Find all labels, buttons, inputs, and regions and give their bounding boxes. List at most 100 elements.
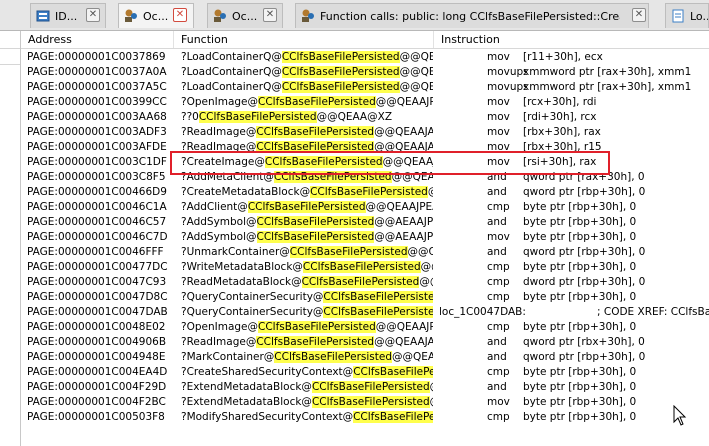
operands-cell: qword ptr [rbp+30h], 0 (523, 351, 646, 363)
table-row[interactable]: PAGE:00000001C003AA68 ??0CClfsBaseFilePer… (21, 110, 709, 125)
address-cell: PAGE:00000001C0046C1A (27, 201, 167, 213)
table-row[interactable]: PAGE:00000001C00399CC ?OpenImage@CClfsBas… (21, 95, 709, 110)
xref-comment: ; CODE XREF: CClfsBaseFil (597, 306, 709, 318)
operands-cell: [rbx+30h], rax (523, 126, 601, 138)
close-icon[interactable]: ✕ (173, 8, 187, 22)
address-cell: PAGE:00000001C003AA68 (27, 111, 167, 123)
mnemonic-cell: mov (487, 96, 510, 108)
function-suffix: @@AEAAJPE... (374, 216, 433, 228)
table-row[interactable]: PAGE:00000001C00466D9 ?CreateMetadataBloc… (21, 185, 709, 200)
search-highlight: CClfsBaseFilePersisted (310, 186, 428, 198)
table-row[interactable]: PAGE:00000001C004948E ?MarkContainer@CClf… (21, 350, 709, 365)
function-suffix: @@QEAAJA... (374, 336, 433, 348)
tab-occurrences-active[interactable]: Oc... ✕ (118, 3, 194, 28)
table-row[interactable]: PAGE:00000001C003C1DF ?CreateImage@CClfsB… (21, 155, 709, 170)
tab-ida-view[interactable]: ID... ✕ (30, 3, 106, 28)
function-suffix: @@QEAAJP... (375, 321, 433, 333)
search-highlight: CClfsBaseFilePersisted (256, 336, 375, 348)
function-prefix: ?AddMetaClient@ (181, 171, 274, 183)
function-prefix: ?OpenImage@ (181, 96, 259, 108)
function-icon (300, 8, 316, 24)
address-cell: PAGE:00000001C0037A5C (27, 81, 167, 93)
function-prefix: ?CreateMetadataBlock@ (181, 186, 311, 198)
table-row[interactable]: PAGE:00000001C003ADF3 ?ReadImage@CClfsBas… (21, 125, 709, 140)
function-prefix: ?OpenImage@ (181, 321, 259, 333)
table-row[interactable]: PAGE:00000001C0037869 ?LoadContainerQ@CCl… (21, 50, 709, 65)
table-row[interactable]: PAGE:00000001C0046C1A ?AddClient@CClfsBas… (21, 200, 709, 215)
operands-cell: byte ptr [rbp+30h], 0 (523, 231, 637, 243)
mnemonic-cell: and (487, 246, 507, 258)
table-row[interactable]: PAGE:00000001C0048E02 ?OpenImage@CClfsBas… (21, 320, 709, 335)
address-cell: PAGE:00000001C003ADF3 (27, 126, 167, 138)
function-prefix: ?ReadImage@ (181, 336, 257, 348)
mnemonic-cell: mov (487, 231, 510, 243)
function-cell: ?CreateImage@CClfsBaseFilePersisted@@QEA… (181, 155, 433, 170)
operands-cell: [rdi+30h], rcx (523, 111, 597, 123)
document-icon (670, 8, 686, 24)
column-header: Address Function Instruction (21, 31, 709, 49)
search-highlight: CClfsBaseFilePersisted (323, 291, 433, 303)
tab-occurrences[interactable]: Oc... ✕ (207, 3, 283, 28)
table-row[interactable]: PAGE:00000001C004F2BC ?ExtendMetadataBloc… (21, 395, 709, 410)
function-suffix: @@QEAAJPEA... (365, 201, 433, 213)
function-suffix: @@Q... (420, 261, 433, 273)
close-icon[interactable]: ✕ (263, 8, 277, 22)
table-row[interactable]: PAGE:00000001C0037A0A ?LoadContainerQ@CCl… (21, 65, 709, 80)
function-prefix: ?CreateImage@ (181, 156, 265, 168)
column-function[interactable]: Function (174, 31, 434, 48)
function-prefix: ??0 (181, 111, 199, 123)
function-prefix: ?ReadImage@ (181, 141, 257, 153)
mnemonic-cell: cmp (487, 291, 510, 303)
code-label: loc_1C0047DAB: (439, 306, 526, 318)
function-cell: ?QueryContainerSecurity@CClfsBaseFilePer… (181, 290, 433, 305)
function-suffix: @@QEAAJ... (382, 156, 433, 168)
function-suffix: @@Q... (428, 186, 433, 198)
address-cell: PAGE:00000001C004906B (27, 336, 167, 348)
mnemonic-cell: movups (487, 66, 527, 78)
table-row[interactable]: PAGE:00000001C0046C57 ?AddSymbol@CClfsBas… (21, 215, 709, 230)
mnemonic-cell: and (487, 216, 507, 228)
table-row[interactable]: PAGE:00000001C004906B ?ReadImage@CClfsBas… (21, 335, 709, 350)
function-suffix: @@Q... (407, 246, 433, 258)
table-row[interactable]: PAGE:00000001C0047D8C ?QueryContainerSecu… (21, 290, 709, 305)
address-cell: PAGE:00000001C003C8F5 (27, 171, 166, 183)
search-highlight: CClfsBaseFilePersisted (274, 351, 393, 363)
operands-cell: byte ptr [rbp+30h], 0 (523, 381, 637, 393)
table-row[interactable]: PAGE:00000001C0047DAB ?QueryContainerSecu… (21, 305, 709, 320)
tab-function-calls[interactable]: Function calls: public: long CClfsBaseFi… (295, 3, 649, 28)
table-row[interactable]: PAGE:00000001C004F29D ?ExtendMetadataBloc… (21, 380, 709, 395)
table-row[interactable]: PAGE:00000001C0046FFF ?UnmarkContainer@CC… (21, 245, 709, 260)
function-prefix: ?ReadImage@ (181, 126, 257, 138)
table-row[interactable]: PAGE:00000001C00477DC ?WriteMetadataBlock… (21, 260, 709, 275)
function-prefix: ?LoadContainerQ@ (181, 81, 282, 93)
table-row[interactable]: PAGE:00000001C0047C93 ?ReadMetadataBlock@… (21, 275, 709, 290)
column-address[interactable]: Address (21, 31, 174, 48)
mnemonic-cell: cmp (487, 201, 510, 213)
operands-cell: byte ptr [rbp+30h], 0 (523, 366, 637, 378)
table-row[interactable]: PAGE:00000001C0046C7D ?AddSymbol@CClfsBas… (21, 230, 709, 245)
table-row[interactable]: PAGE:00000001C00503F8 ?ModifySharedSecuri… (21, 410, 709, 425)
address-cell: PAGE:00000001C0046FFF (27, 246, 164, 258)
table-row[interactable]: PAGE:00000001C004EA4D ?CreateSharedSecuri… (21, 365, 709, 380)
table-row[interactable]: PAGE:00000001C003C8F5 ?AddMetaClient@CClf… (21, 170, 709, 185)
mnemonic-cell: and (487, 351, 507, 363)
tab-log[interactable]: Lo... (665, 3, 709, 28)
close-icon[interactable]: ✕ (632, 8, 646, 22)
mnemonic-cell: cmp (487, 321, 510, 333)
column-instruction[interactable]: Instruction (434, 31, 709, 48)
mnemonic-cell: and (487, 336, 507, 348)
close-icon[interactable]: ✕ (86, 8, 100, 22)
search-highlight: CClfsBaseFilePersisted (281, 66, 400, 78)
function-suffix: @@QEAAJA... (374, 141, 433, 153)
search-highlight: CClfsBaseFilePersisted (247, 201, 366, 213)
function-prefix: ?UnmarkContainer@ (181, 246, 290, 258)
table-row[interactable]: PAGE:00000001C003AFDE ?ReadImage@CClfsBas… (21, 140, 709, 155)
address-cell: PAGE:00000001C0048E02 (27, 321, 166, 333)
address-cell: PAGE:00000001C0047D8C (27, 291, 168, 303)
operands-cell: xmmword ptr [rax+30h], xmm1 (523, 66, 692, 78)
search-highlight: CClfsBaseFilePersisted (311, 396, 430, 408)
address-cell: PAGE:00000001C00399CC (27, 96, 167, 108)
operands-cell: [rsi+30h], rax (523, 156, 597, 168)
table-row[interactable]: PAGE:00000001C0037A5C ?LoadContainerQ@CCl… (21, 80, 709, 95)
operands-cell: byte ptr [rbp+30h], 0 (523, 291, 637, 303)
